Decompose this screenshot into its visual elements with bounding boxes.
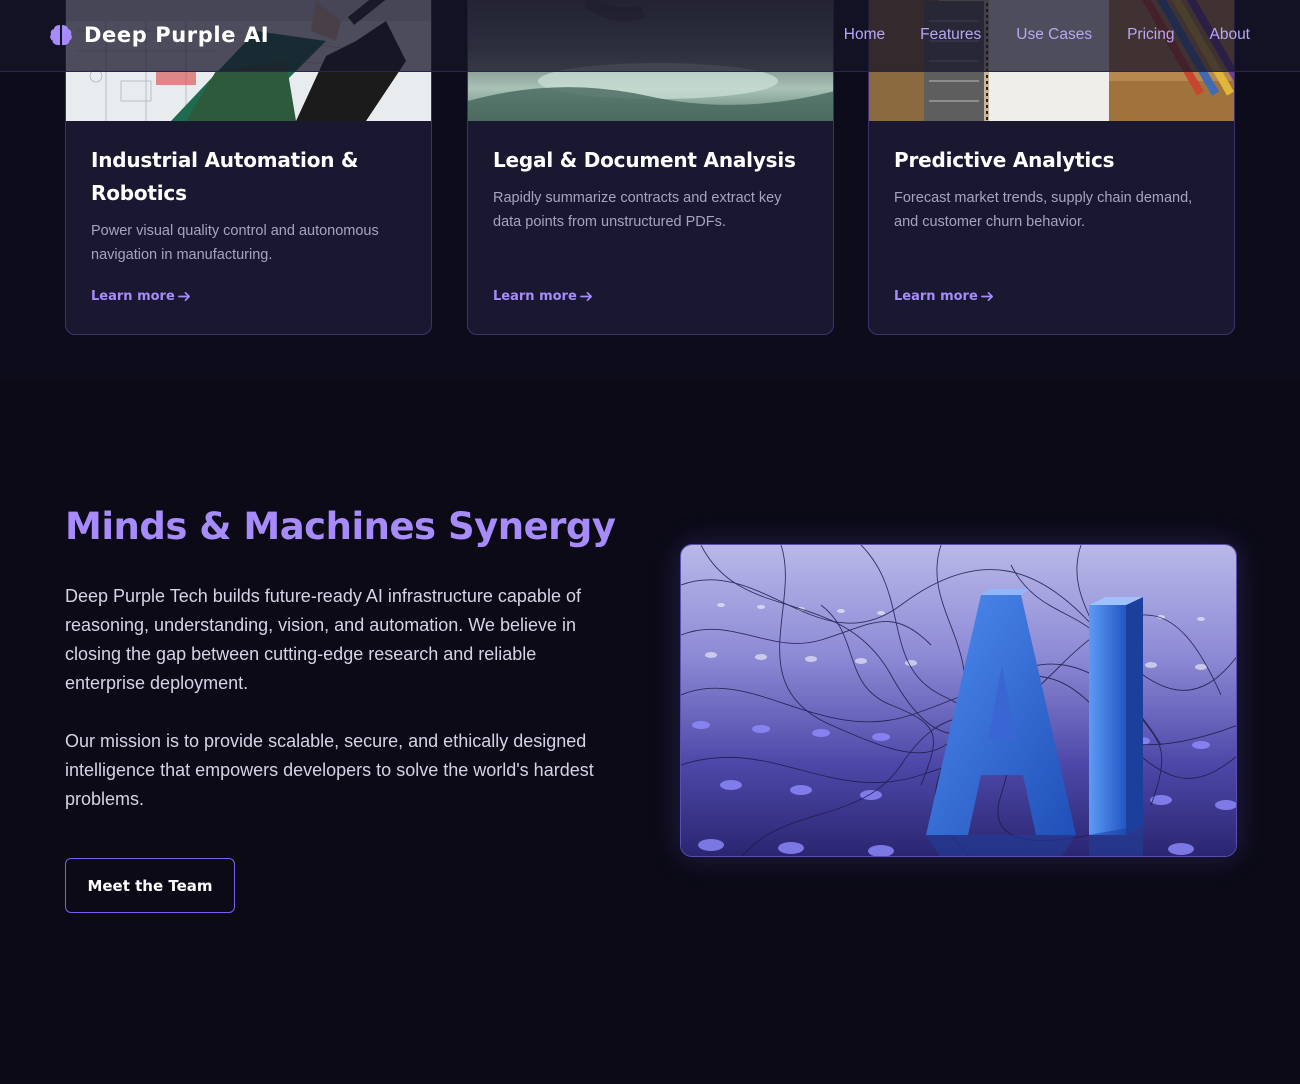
ai-illustration-image: [680, 544, 1237, 857]
synergy-paragraph-2: Our mission is to provide scalable, secu…: [65, 731, 594, 809]
learn-more-link[interactable]: Learn more: [493, 289, 593, 304]
brain-icon: [50, 25, 72, 46]
learn-more-label: Learn more: [493, 289, 577, 304]
meet-the-team-button[interactable]: Meet the Team: [65, 858, 235, 913]
learn-more-link[interactable]: Learn more: [91, 289, 191, 304]
nav-link-home[interactable]: Home: [844, 26, 885, 44]
use-case-title: Legal & Document Analysis: [493, 148, 796, 172]
use-case-title: Predictive Analytics: [894, 148, 1115, 172]
synergy-paragraph-1: Deep Purple Tech builds future-ready AI …: [65, 586, 581, 693]
learn-more-label: Learn more: [894, 289, 978, 304]
use-case-description: Power visual quality control and autonom…: [91, 223, 379, 263]
nav-links: Home Features Use Cases Pricing About: [844, 26, 1250, 44]
learn-more-link[interactable]: Learn more: [894, 289, 994, 304]
use-case-title: Industrial Automation & Robotics: [91, 148, 359, 205]
brand-name: Deep Purple AI: [84, 23, 270, 47]
arrow-right-icon: [980, 291, 993, 302]
top-navbar: Deep Purple AI Home Features Use Cases P…: [0, 0, 1300, 72]
nav-link-use-cases[interactable]: Use Cases: [1016, 26, 1092, 44]
arrow-right-icon: [579, 291, 592, 302]
use-case-description: Forecast market trends, supply chain dem…: [894, 190, 1193, 230]
nav-link-about[interactable]: About: [1209, 26, 1250, 44]
brand-logo[interactable]: Deep Purple AI: [48, 22, 269, 48]
synergy-section: Minds & Machines Synergy Deep Purple Tec…: [0, 380, 1300, 1084]
nav-link-features[interactable]: Features: [920, 26, 981, 44]
arrow-right-icon: [177, 291, 190, 302]
section-title: Minds & Machines Synergy: [65, 505, 616, 548]
nav-link-pricing[interactable]: Pricing: [1127, 26, 1174, 44]
learn-more-label: Learn more: [91, 289, 175, 304]
use-case-description: Rapidly summarize contracts and extract …: [493, 190, 782, 230]
